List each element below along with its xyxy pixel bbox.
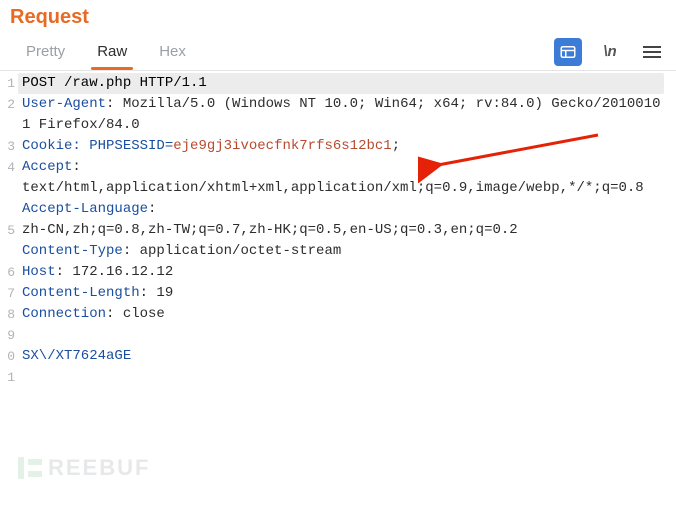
watermark: REEBUF: [16, 455, 150, 481]
header-accept: Accept: text/html,application/xhtml+xml,…: [18, 157, 676, 199]
menu-icon[interactable]: [638, 38, 666, 66]
newline-icon[interactable]: \n: [596, 38, 624, 66]
raw-request-view: 1 2 3 4 5 6 7 8 9 0 1 POST /raw.php HTTP…: [0, 71, 676, 388]
tabs-row: Pretty Raw Hex \n: [0, 33, 676, 71]
layout-icon[interactable]: [554, 38, 582, 66]
code-lines[interactable]: POST /raw.php HTTP/1.1 User-Agent: Mozil…: [18, 71, 676, 388]
tab-hex[interactable]: Hex: [143, 35, 202, 69]
watermark-text: REEBUF: [48, 455, 150, 481]
header-connection: Connection: close: [18, 304, 676, 325]
header-content-length: Content-Length: 19: [18, 283, 676, 304]
panel-title: Request: [10, 6, 89, 28]
header-user-agent: User-Agent: Mozilla/5.0 (Windows NT 10.0…: [18, 94, 676, 136]
toolbar: \n: [554, 38, 666, 66]
watermark-logo-icon: [16, 455, 42, 481]
header-accept-language: Accept-Language: zh-CN,zh;q=0.8,zh-TW;q=…: [18, 199, 676, 241]
blank-line: [18, 325, 676, 346]
session-id: eje9gj3ivoecfnk7rfs6s12bc1: [173, 138, 391, 154]
header-content-type: Content-Type: application/octet-stream: [18, 241, 676, 262]
header-host: Host: 172.16.12.12: [18, 262, 676, 283]
panel-header: Request: [0, 0, 676, 33]
tab-raw[interactable]: Raw: [81, 35, 143, 69]
header-cookie: Cookie: PHPSESSID=eje9gj3ivoecfnk7rfs6s1…: [18, 136, 676, 157]
line-gutter: 1 2 3 4 5 6 7 8 9 0 1: [0, 71, 18, 388]
tab-pretty[interactable]: Pretty: [10, 35, 81, 69]
request-body: SX\/XT7624aGE: [18, 346, 676, 367]
request-line: POST /raw.php HTTP/1.1: [18, 73, 664, 94]
